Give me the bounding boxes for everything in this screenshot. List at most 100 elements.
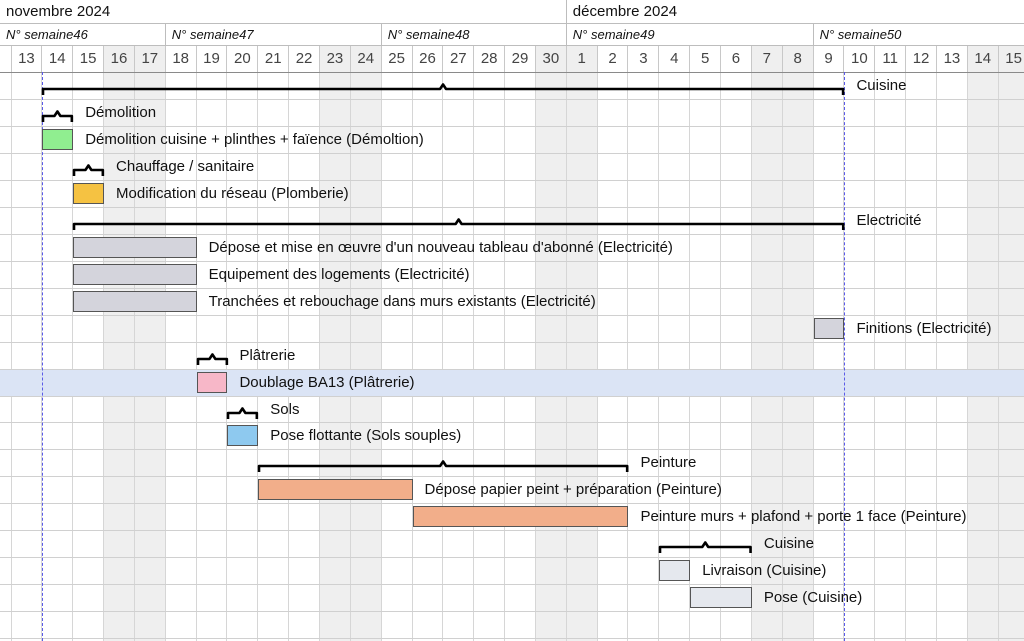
summary-bracket[interactable] (42, 110, 74, 124)
row-gridline (0, 261, 1024, 262)
summary-task-label[interactable]: Plâtrerie (239, 347, 295, 365)
day-header[interactable]: 6 (721, 46, 752, 72)
task-bar[interactable] (42, 128, 74, 150)
day-column (751, 72, 783, 641)
day-column (350, 72, 382, 641)
task-bar[interactable] (73, 263, 197, 285)
task-bar[interactable] (227, 425, 259, 447)
summary-bracket[interactable] (72, 217, 845, 232)
day-header[interactable]: 14 (42, 46, 74, 72)
task-label[interactable]: Pose (Cuisine) (764, 589, 862, 607)
day-header-partial (0, 46, 12, 72)
task-label[interactable]: Tranchées et rebouchage dans murs exista… (209, 293, 596, 311)
task-bar[interactable] (258, 479, 413, 501)
task-label[interactable]: Dépose papier peint + préparation (Peint… (425, 481, 722, 499)
week-header[interactable]: N° semaine48 (382, 24, 567, 46)
task-label[interactable]: Pose flottante (Sols souples) (270, 427, 461, 445)
day-column (566, 72, 598, 641)
week-header[interactable]: N° semaine50 (814, 24, 1024, 46)
day-header[interactable]: 24 (350, 46, 382, 72)
summary-bracket[interactable] (196, 352, 228, 367)
task-label[interactable]: Doublage BA13 (Plâtrerie) (239, 374, 414, 392)
selected-row-highlight (0, 368, 1024, 396)
task-label[interactable]: Démolition cuisine + plinthes + faïence … (85, 131, 424, 149)
day-header[interactable]: 25 (382, 46, 413, 72)
week-header[interactable]: N° semaine46 (0, 24, 166, 46)
day-header[interactable]: 10 (844, 46, 876, 72)
summary-bracket[interactable] (659, 541, 753, 555)
task-bar[interactable] (73, 290, 197, 312)
task-bar[interactable] (659, 560, 691, 582)
day-header[interactable]: 3 (629, 46, 660, 72)
day-header[interactable]: 16 (104, 46, 135, 72)
summary-task-label[interactable]: Cuisine (856, 77, 906, 95)
summary-bracket[interactable] (257, 460, 629, 474)
day-header[interactable]: 15 (73, 46, 105, 72)
task-bar[interactable] (690, 587, 752, 609)
day-column (906, 72, 937, 641)
summary-task-label[interactable]: Sols (270, 401, 299, 419)
week-header[interactable]: N° semaine49 (567, 24, 814, 46)
row-gridline (0, 315, 1024, 316)
summary-bracket[interactable] (72, 164, 105, 178)
row-gridline (0, 422, 1024, 423)
day-header[interactable]: 26 (413, 46, 444, 72)
day-header[interactable]: 4 (659, 46, 691, 72)
day-header[interactable]: 9 (814, 46, 845, 72)
summary-bracket[interactable] (227, 406, 259, 421)
day-header[interactable]: 12 (906, 46, 937, 72)
day-header[interactable]: 19 (197, 46, 228, 72)
day-header[interactable]: 13 (937, 46, 968, 72)
week-header[interactable]: N° semaine47 (166, 24, 382, 46)
day-column-partial (0, 72, 12, 641)
day-header[interactable]: 14 (967, 46, 999, 72)
row-gridline (0, 449, 1024, 450)
task-bar[interactable] (73, 182, 105, 204)
day-header[interactable]: 15 (998, 46, 1024, 72)
day-column (474, 72, 506, 641)
task-label[interactable]: Finitions (Electricité) (856, 320, 991, 338)
day-header[interactable]: 28 (474, 46, 506, 72)
task-label[interactable]: Dépose et mise en œuvre d'un nouveau tab… (209, 239, 673, 257)
day-header[interactable]: 8 (782, 46, 814, 72)
day-header[interactable]: 29 (505, 46, 536, 72)
day-header[interactable]: 20 (227, 46, 259, 72)
task-label[interactable]: Livraison (Cuisine) (702, 562, 826, 580)
day-header[interactable]: 23 (320, 46, 351, 72)
summary-task-label[interactable]: Peinture (641, 454, 697, 472)
day-header[interactable]: 7 (751, 46, 783, 72)
day-header[interactable]: 17 (134, 46, 166, 72)
row-gridline (0, 584, 1024, 585)
header-divider (0, 45, 1024, 46)
month-header[interactable]: novembre 2024 (0, 0, 567, 24)
day-header[interactable]: 27 (443, 46, 475, 72)
day-header[interactable]: 13 (12, 46, 43, 72)
day-header[interactable]: 1 (566, 46, 598, 72)
day-header[interactable]: 5 (690, 46, 722, 72)
summary-bracket[interactable] (42, 83, 845, 97)
day-header[interactable]: 2 (598, 46, 629, 72)
task-label[interactable]: Modification du réseau (Plomberie) (116, 185, 349, 203)
summary-task-label[interactable]: Cuisine (764, 535, 814, 553)
month-header[interactable]: décembre 2024 (567, 0, 1024, 24)
day-header[interactable]: 18 (166, 46, 197, 72)
task-label[interactable]: Peinture murs + plafond + porte 1 face (… (641, 508, 967, 526)
task-bar[interactable] (412, 506, 629, 528)
day-column (844, 72, 876, 641)
task-bar[interactable] (196, 371, 228, 393)
task-label[interactable]: Equipement des logements (Electricité) (209, 266, 470, 284)
day-header[interactable]: 30 (535, 46, 567, 72)
day-header[interactable]: 22 (289, 46, 320, 72)
day-header[interactable]: 11 (875, 46, 907, 72)
task-bar[interactable] (813, 317, 845, 339)
header-divider (0, 23, 1024, 24)
task-bar[interactable] (73, 236, 197, 258)
day-header[interactable]: 21 (258, 46, 290, 72)
summary-task-label[interactable]: Démolition (85, 104, 156, 122)
day-column (937, 72, 968, 641)
day-column (73, 72, 105, 641)
row-gridline (0, 126, 1024, 127)
summary-task-label[interactable]: Chauffage / sanitaire (116, 158, 254, 176)
day-column (967, 72, 999, 641)
summary-task-label[interactable]: Electricité (856, 212, 921, 230)
